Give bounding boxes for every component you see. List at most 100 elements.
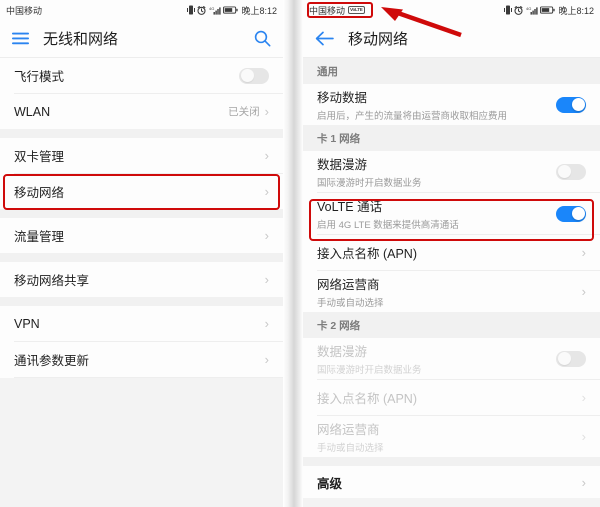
left-group-3: 流量管理 › (0, 218, 283, 253)
chevron-right-icon: › (581, 429, 586, 444)
toggle-knob (571, 207, 585, 220)
row-sim1-carrier[interactable]: 网络运营商 手动或自动选择 › (303, 271, 600, 312)
back-arrow-icon[interactable] (315, 31, 334, 46)
group-gap (0, 209, 283, 218)
row-sim1-data-roaming[interactable]: 数据漫游 国际漫游时开启数据业务 (303, 151, 600, 192)
chevron-right-icon: › (264, 104, 269, 119)
right-carrier-name: 中国移动 (309, 5, 346, 16)
chevron-right-icon: › (264, 352, 269, 367)
group-gap (0, 297, 283, 306)
row-dual-sim-management[interactable]: 双卡管理 › (0, 138, 283, 173)
row-label: 网络运营商 (317, 423, 380, 437)
left-status-time: 晚上8:12 (241, 5, 277, 16)
section-header-sim1: 卡 1 网络 (303, 125, 600, 151)
row-label: 接入点名称 (APN) (317, 392, 418, 406)
group-gap (0, 253, 283, 262)
row-label: VPN (14, 316, 40, 331)
right-status-time: 晚上8:12 (558, 5, 594, 16)
left-carrier: 中国移动 (6, 4, 42, 17)
mobile-data-toggle[interactable] (556, 96, 586, 113)
right-status-icons: 4G (503, 5, 556, 15)
chevron-right-icon: › (581, 284, 586, 299)
right-status-bar: 中国移动 VoLTE 4G 晚上8:12 (303, 0, 600, 20)
panel-divider (283, 0, 303, 507)
section-sim1: 数据漫游 国际漫游时开启数据业务 VoLTE 通话 启用 4G LTE 数据来提… (303, 151, 600, 312)
volte-call-toggle[interactable] (556, 205, 586, 222)
row-mobile-network[interactable]: 移动网络 › (0, 174, 283, 209)
row-sim2-apn: 接入点名称 (APN) › (303, 380, 600, 415)
chevron-right-icon: › (264, 316, 269, 331)
chevron-right-icon: › (264, 272, 269, 287)
row-sublabel: 手动或自动选择 (317, 298, 384, 309)
divider (14, 377, 283, 378)
section-general: 移动数据 启用后，产生的流量将由运营商收取相应费用 (303, 84, 600, 125)
chevron-right-icon: › (581, 245, 586, 260)
left-status-bar: 中国移动 4G 晚上8:12 (0, 0, 283, 20)
sim2-data-roaming-toggle (556, 350, 586, 367)
row-tethering[interactable]: 移动网络共享 › (0, 262, 283, 297)
row-data-usage[interactable]: 流量管理 › (0, 218, 283, 253)
right-app-bar: 移动网络 (303, 20, 600, 58)
row-sublabel: 国际漫游时开启数据业务 (317, 365, 422, 376)
group-gap (0, 129, 283, 138)
row-label: 数据漫游 (317, 345, 368, 359)
row-label: 高级 (317, 476, 343, 491)
row-comm-params-update[interactable]: 通讯参数更新 › (0, 342, 283, 377)
signal-icon: 4G (526, 6, 538, 15)
row-sublabel: 启用后，产生的流量将由运营商收取相应费用 (317, 111, 508, 122)
toggle-knob (240, 69, 254, 82)
row-label: 移动网络共享 (14, 274, 90, 288)
chevron-right-icon: › (264, 184, 269, 199)
row-label: 飞行模式 (14, 70, 65, 84)
left-page-title: 无线和网络 (43, 31, 119, 48)
toggle-knob (557, 352, 571, 365)
left-phone-screen: 中国移动 4G 晚上8:12 无线和网络 飞行模式 WLAN 已关闭 › 双卡管… (0, 0, 283, 507)
hamburger-menu-icon[interactable] (12, 32, 29, 45)
row-sim2-carrier: 网络运营商 手动或自动选择 › (303, 416, 600, 457)
toggle-knob (571, 98, 585, 111)
screenshot-stage: 中国移动 4G 晚上8:12 无线和网络 飞行模式 WLAN 已关闭 › 双卡管… (0, 0, 600, 507)
row-airplane-mode[interactable]: 飞行模式 (0, 58, 283, 93)
row-label: 网络运营商 (317, 278, 380, 292)
chevron-right-icon: › (581, 390, 586, 405)
chevron-right-icon: › (264, 228, 269, 243)
section-advanced: 高级 › (303, 466, 600, 498)
row-mobile-data[interactable]: 移动数据 启用后，产生的流量将由运营商收取相应费用 (303, 84, 600, 125)
right-phone-screen: 中国移动 VoLTE 4G 晚上8:12 移动网络 通用 移动数据 启用后，产生… (303, 0, 600, 507)
svg-text:4G: 4G (209, 6, 214, 11)
row-sublabel: 启用 4G LTE 数据来提供高清通话 (317, 220, 459, 231)
svg-text:4G: 4G (526, 6, 531, 11)
row-advanced[interactable]: 高级 › (303, 466, 600, 498)
row-volte-call[interactable]: VoLTE 通话 启用 4G LTE 数据来提供高清通话 (303, 193, 600, 234)
row-wlan[interactable]: WLAN 已关闭 › (0, 94, 283, 129)
left-carrier-name: 中国移动 (6, 5, 43, 16)
left-group-1: 飞行模式 WLAN 已关闭 › (0, 58, 283, 129)
section-header-general: 通用 (303, 58, 600, 84)
wlan-status-value: 已关闭 (228, 106, 260, 118)
left-group-4: 移动网络共享 › (0, 262, 283, 297)
alarm-icon (197, 5, 207, 15)
row-label: 移动数据 (317, 91, 368, 105)
row-label: WLAN (14, 104, 51, 119)
sim1-data-roaming-toggle[interactable] (556, 163, 586, 180)
alarm-icon (514, 5, 524, 15)
row-label: 数据漫游 (317, 158, 368, 172)
row-label: 双卡管理 (14, 150, 65, 164)
left-app-bar: 无线和网络 (0, 20, 283, 58)
section-header-sim2: 卡 2 网络 (303, 312, 600, 338)
row-sim1-apn[interactable]: 接入点名称 (APN) › (303, 235, 600, 270)
left-settings-list[interactable]: 飞行模式 WLAN 已关闭 › 双卡管理 › 移动网络 › 流量管理 › 移动网… (0, 58, 283, 507)
vibrate-icon (186, 5, 195, 15)
right-status-right: 4G 晚上8:12 (503, 4, 594, 17)
mobile-network-settings-list[interactable]: 通用 移动数据 启用后，产生的流量将由运营商收取相应费用 卡 1 网络 数据漫游… (303, 58, 600, 507)
search-icon[interactable] (254, 30, 271, 47)
battery-icon (223, 6, 239, 14)
right-carrier: 中国移动 VoLTE (309, 4, 365, 17)
left-group-2: 双卡管理 › 移动网络 › (0, 138, 283, 209)
airplane-mode-toggle[interactable] (239, 67, 269, 84)
section-sim2: 数据漫游 国际漫游时开启数据业务 接入点名称 (APN) › 网络运营商 手动或… (303, 338, 600, 457)
toggle-knob (557, 165, 571, 178)
row-vpn[interactable]: VPN › (0, 306, 283, 341)
chevron-right-icon: › (581, 474, 586, 490)
right-page-title: 移动网络 (348, 31, 409, 48)
